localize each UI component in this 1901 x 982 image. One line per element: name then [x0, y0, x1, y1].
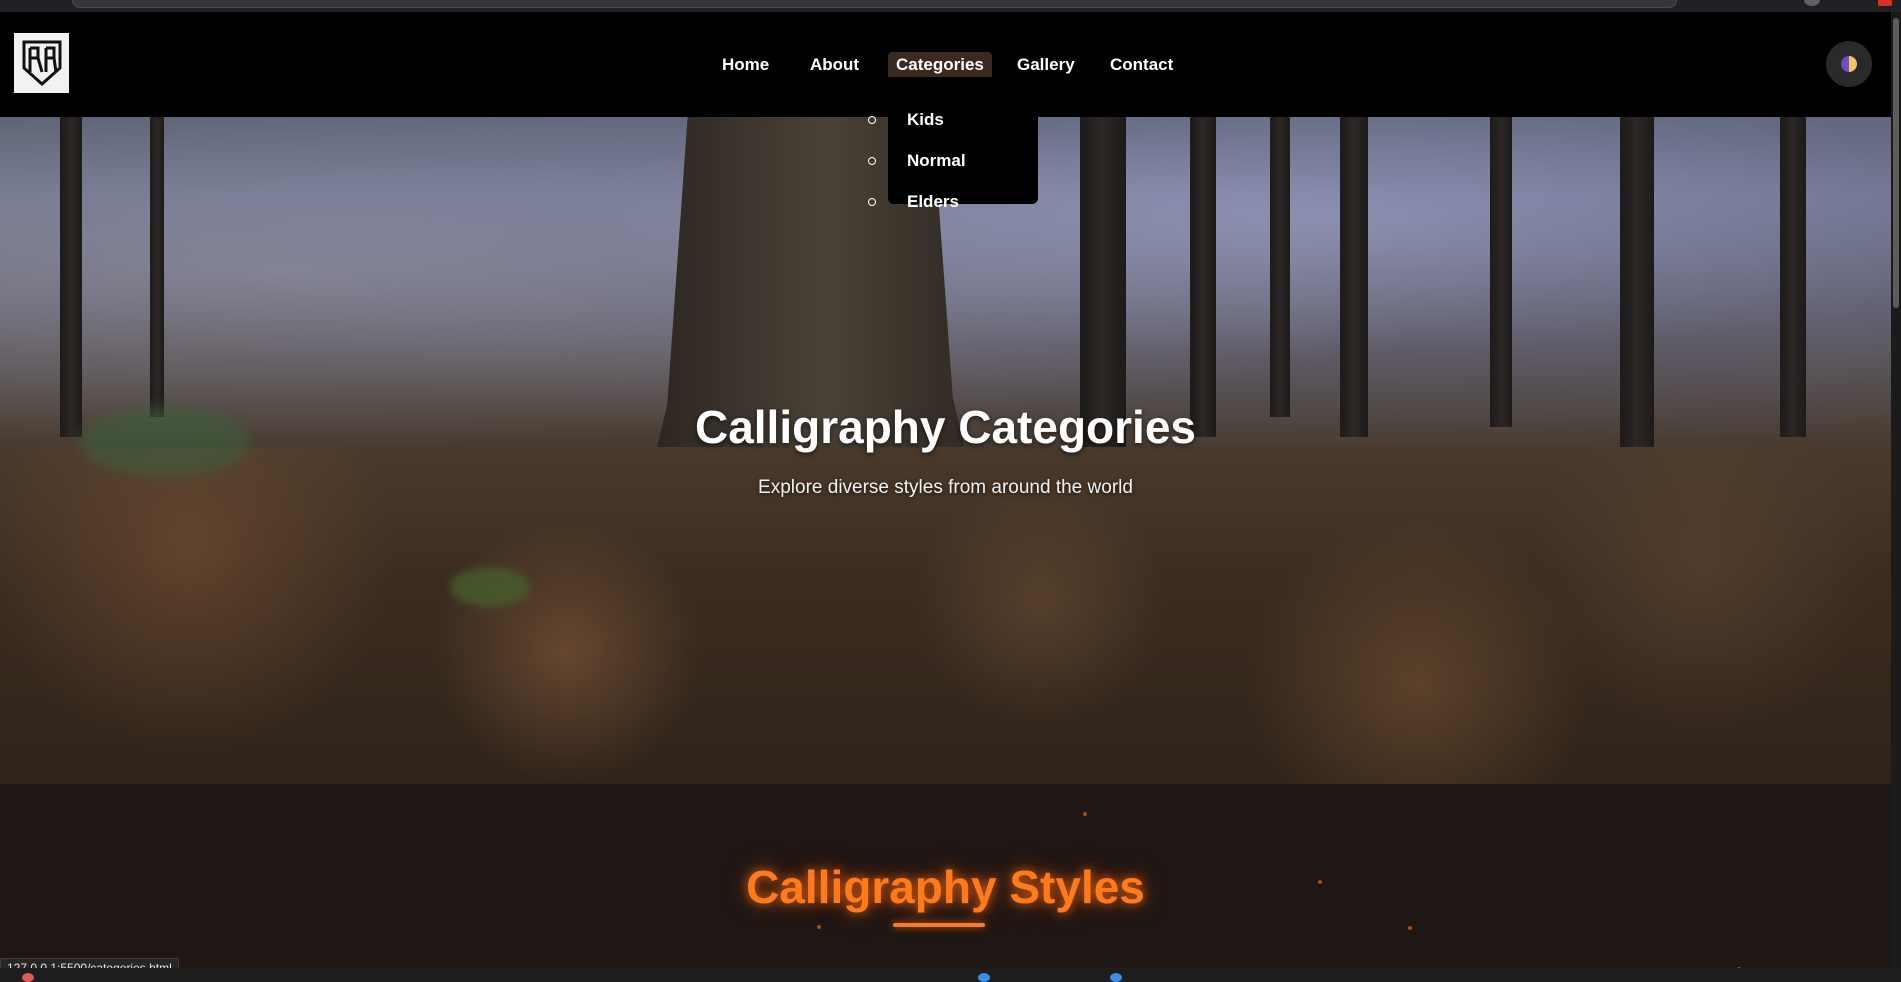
taskbar-app-icon[interactable] — [1110, 973, 1122, 982]
background-tree — [1190, 117, 1216, 437]
categories-dropdown: Kids Normal Elders — [868, 77, 1038, 211]
background-tree — [1340, 117, 1368, 437]
section-title: Calligraphy Styles — [746, 861, 1145, 913]
page-scrollbar[interactable] — [1891, 12, 1901, 968]
link-status-bar: 127.0.0.1:5500/categories.html — [0, 958, 179, 968]
background-tree — [1270, 117, 1290, 417]
background-tree — [1490, 117, 1512, 427]
taskbar-app-icon[interactable] — [978, 973, 990, 982]
glow-particle — [1083, 812, 1087, 816]
background-tree — [1620, 117, 1654, 447]
taskbar — [0, 968, 1901, 982]
moss-patch — [450, 567, 530, 607]
dropdown-item-normal[interactable]: Normal — [868, 149, 1038, 173]
section-title-underline — [893, 923, 985, 927]
hero-subtitle: Explore diverse styles from around the w… — [758, 477, 1133, 498]
bullet-icon — [868, 198, 876, 206]
dropdown-item-kids[interactable]: Kids — [868, 108, 1038, 132]
nav-home[interactable]: Home — [714, 52, 777, 78]
page-viewport: Home About Categories Gallery Contact Ki… — [0, 12, 1891, 968]
background-tree — [1780, 117, 1806, 437]
half-moon-icon — [1841, 56, 1857, 72]
theme-toggle-icon[interactable] — [1826, 41, 1872, 87]
hero-title: Calligraphy Categories — [694, 401, 1197, 453]
glow-particle — [1408, 926, 1412, 930]
bullet-icon — [868, 116, 876, 124]
background-tree — [150, 117, 164, 417]
extension-icon[interactable] — [1878, 0, 1892, 6]
bullet-icon — [868, 157, 876, 165]
profile-icon[interactable] — [1804, 0, 1820, 6]
nav-categories[interactable]: Categories — [888, 52, 992, 78]
background-tree — [1080, 117, 1126, 447]
nav-about[interactable]: About — [802, 52, 867, 78]
nav-contact[interactable]: Contact — [1102, 52, 1181, 78]
address-bar[interactable] — [72, 0, 1677, 8]
browser-chrome — [0, 0, 1901, 12]
dropdown-item-label: Normal — [907, 151, 966, 170]
background-tree — [60, 117, 82, 437]
dropdown-item-label: Elders — [907, 192, 959, 211]
dropdown-item-label: Kids — [907, 110, 944, 129]
taskbar-app-icon[interactable] — [22, 973, 34, 982]
hero-section: Calligraphy Categories Explore diverse s… — [0, 117, 1891, 784]
nav-gallery[interactable]: Gallery — [1009, 52, 1083, 78]
dropdown-item-elders[interactable]: Elders — [868, 190, 1038, 214]
scrollbar-thumb[interactable] — [1893, 18, 1899, 308]
styles-section: Calligraphy Styles — [0, 784, 1891, 968]
glow-particle — [817, 925, 821, 929]
